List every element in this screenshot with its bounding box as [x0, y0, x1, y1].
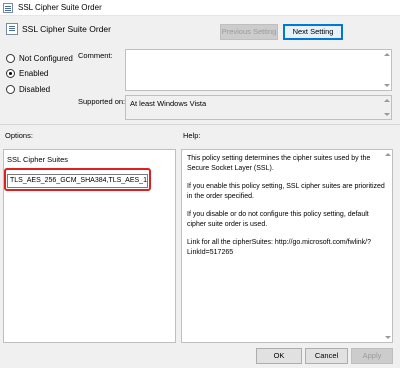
apply-button[interactable]: Apply	[351, 348, 393, 364]
window-title: SSL Cipher Suite Order	[18, 3, 102, 12]
comment-scrollbar[interactable]	[383, 50, 391, 90]
policy-icon	[3, 3, 13, 13]
supported-text: At least Windows Vista	[130, 99, 207, 108]
radio-not-configured[interactable]: Not Configured	[6, 52, 73, 64]
supported-on-label: Supported on:	[78, 97, 126, 106]
policy-setting-icon	[6, 23, 18, 35]
previous-setting-button[interactable]: Previous Setting	[220, 24, 278, 40]
radio-label: Not Configured	[19, 53, 73, 63]
scroll-up-icon[interactable]	[385, 153, 391, 156]
scroll-down-icon[interactable]	[385, 336, 391, 339]
radio-label: Enabled	[19, 68, 49, 78]
cipher-suites-label: SSL Cipher Suites	[7, 155, 69, 164]
cancel-button[interactable]: Cancel	[305, 348, 348, 364]
help-paragraph: If you enable this policy setting, SSL c…	[187, 183, 385, 200]
options-panel: SSL Cipher Suites TLS_AES_256_GCM_SHA384…	[3, 149, 176, 343]
setting-title: SSL Cipher Suite Order	[22, 24, 111, 34]
radio-circle[interactable]	[6, 84, 15, 94]
ok-button[interactable]: OK	[256, 348, 302, 364]
supported-scrollbar[interactable]	[383, 96, 391, 119]
options-label: Options:	[5, 131, 33, 140]
help-paragraph: Link for all the cipherSuites: http://go…	[187, 239, 372, 256]
help-paragraph: This policy setting determines the ciphe…	[187, 155, 371, 172]
footer: OK Cancel Apply	[0, 345, 400, 368]
help-panel: This policy setting determines the ciphe…	[181, 149, 393, 343]
scroll-up-icon[interactable]	[384, 99, 390, 102]
radio-circle[interactable]	[6, 68, 15, 78]
header: SSL Cipher Suite Order Previous Setting …	[0, 17, 400, 43]
help-scrollbar[interactable]	[384, 150, 392, 342]
comment-textarea[interactable]	[125, 49, 392, 91]
next-setting-button[interactable]: Next Setting	[283, 24, 343, 40]
radio-label: Disabled	[19, 84, 51, 94]
scroll-up-icon[interactable]	[384, 53, 390, 56]
radio-disabled[interactable]: Disabled	[6, 83, 50, 95]
help-label: Help:	[183, 131, 201, 140]
radio-circle[interactable]	[6, 53, 15, 63]
scroll-down-icon[interactable]	[384, 113, 390, 116]
scroll-down-icon[interactable]	[384, 84, 390, 87]
title-bar: SSL Cipher Suite Order	[0, 0, 400, 16]
cipher-suites-input[interactable]: TLS_AES_256_GCM_SHA384,TLS_AES_128_GCM_S…	[7, 174, 148, 188]
section-divider	[0, 124, 400, 125]
supported-on-value: At least Windows Vista	[125, 95, 392, 120]
help-paragraph: If you disable or do not configure this …	[187, 211, 369, 228]
comment-label: Comment:	[78, 51, 113, 60]
radio-enabled[interactable]: Enabled	[6, 67, 48, 79]
